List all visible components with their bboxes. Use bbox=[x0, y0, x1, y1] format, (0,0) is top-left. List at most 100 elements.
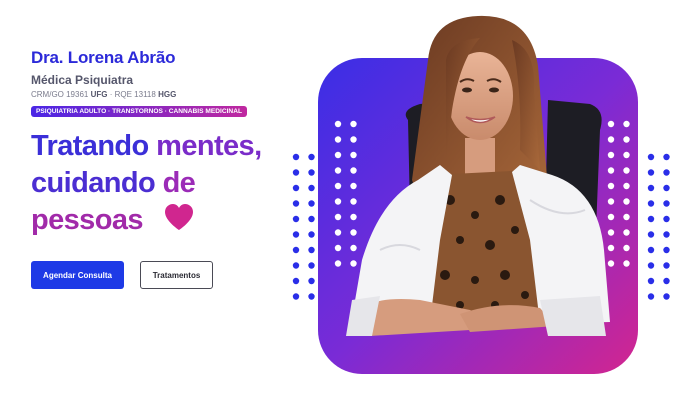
decor-dot bbox=[292, 169, 300, 176]
decor-dot bbox=[663, 200, 670, 207]
decor-dot bbox=[308, 215, 315, 223]
decor-dot bbox=[663, 246, 670, 254]
decor-dot bbox=[623, 182, 630, 190]
decor-dot bbox=[647, 169, 655, 176]
doctor-title: Médica Psiquiatra bbox=[31, 73, 134, 87]
decor-dot bbox=[334, 198, 342, 205]
decor-dot bbox=[607, 136, 615, 143]
decor-dot bbox=[607, 151, 615, 159]
decor-dot bbox=[334, 151, 342, 159]
decor-dot bbox=[663, 277, 670, 285]
decor-dot bbox=[607, 120, 615, 128]
decor-dot bbox=[308, 184, 315, 192]
decor-dot bbox=[350, 260, 357, 267]
schedule-appointment-button[interactable]: Agendar Consulta bbox=[31, 261, 124, 289]
decor-dot bbox=[334, 136, 342, 143]
decor-dot bbox=[607, 244, 615, 252]
decor-dot bbox=[607, 260, 615, 267]
decor-dot bbox=[308, 153, 315, 161]
decor-dot bbox=[350, 167, 357, 174]
decor-dot bbox=[350, 151, 357, 159]
decor-dot bbox=[623, 213, 630, 221]
headline-line-1: Tratando mentes, bbox=[31, 128, 262, 165]
decor-dot bbox=[647, 184, 655, 192]
decor-dot bbox=[647, 153, 655, 161]
decor-dot bbox=[647, 200, 655, 207]
decor-dot bbox=[292, 293, 300, 300]
decor-dot bbox=[647, 231, 655, 238]
decor-dot bbox=[308, 231, 315, 238]
hero-section: Dra. Lorena Abrão Médica Psiquiatra CRM/… bbox=[0, 0, 700, 400]
decor-dot bbox=[334, 229, 342, 236]
headline-line-2: cuidando de bbox=[31, 165, 262, 202]
headline: Tratando mentes, cuidando de pessoas bbox=[31, 128, 262, 239]
rqe-label: · RQE 13118 bbox=[109, 90, 156, 99]
decor-dot bbox=[292, 184, 300, 192]
treatments-button[interactable]: Tratamentos bbox=[140, 261, 213, 289]
decor-dot bbox=[623, 244, 630, 252]
decor-dot bbox=[334, 182, 342, 190]
decor-dot bbox=[308, 293, 315, 300]
crm-institution: UFG bbox=[90, 90, 108, 99]
decor-dot bbox=[647, 246, 655, 254]
decor-dot bbox=[647, 293, 655, 300]
decor-dot bbox=[663, 262, 670, 269]
decor-dot bbox=[647, 262, 655, 269]
decor-dot bbox=[663, 293, 670, 300]
decor-dot bbox=[308, 169, 315, 176]
decor-dot bbox=[350, 120, 357, 128]
decor-dot bbox=[623, 229, 630, 236]
decor-dot bbox=[292, 215, 300, 223]
dot-grid-right bbox=[647, 153, 670, 300]
decor-dot bbox=[334, 260, 342, 267]
decor-dot bbox=[623, 136, 630, 143]
decor-dot bbox=[663, 231, 670, 238]
dot-grid-left bbox=[292, 153, 315, 300]
decor-dot bbox=[308, 246, 315, 254]
decor-dot bbox=[623, 167, 630, 174]
decor-dot bbox=[623, 260, 630, 267]
decor-dot bbox=[334, 120, 342, 128]
decor-dot bbox=[607, 229, 615, 236]
decor-dot bbox=[308, 262, 315, 269]
decor-dot bbox=[663, 153, 670, 161]
specialties-badge: PSIQUIATRIA ADULTO · TRANSTORNOS · CANNA… bbox=[31, 106, 247, 117]
decor-dot bbox=[663, 169, 670, 176]
doctor-registration: CRM/GO 19361 UFG · RQE 13118 HGG bbox=[31, 90, 176, 99]
decor-dot bbox=[308, 200, 315, 207]
doctor-name: Dra. Lorena Abrão bbox=[31, 48, 176, 67]
decor-dot bbox=[623, 151, 630, 159]
decor-dot bbox=[623, 120, 630, 128]
decor-dot bbox=[607, 182, 615, 190]
headline-word: cuidando bbox=[31, 167, 156, 199]
decor-dot bbox=[623, 198, 630, 205]
decor-dot bbox=[292, 231, 300, 238]
decor-dot bbox=[292, 277, 300, 285]
headline-word: mentes, bbox=[156, 130, 262, 162]
decor-dot bbox=[334, 244, 342, 252]
decor-dot bbox=[607, 213, 615, 221]
decor-dot bbox=[607, 167, 615, 174]
headline-word: Tratando bbox=[31, 130, 149, 162]
decor-dot bbox=[663, 215, 670, 223]
decor-dot bbox=[292, 262, 300, 269]
decor-dot bbox=[647, 215, 655, 223]
decor-dot bbox=[334, 167, 342, 174]
headline-word: de bbox=[162, 167, 196, 199]
decor-dot bbox=[350, 136, 357, 143]
decor-dot bbox=[292, 200, 300, 207]
decor-dot bbox=[334, 213, 342, 221]
decor-dot bbox=[292, 153, 300, 161]
decor-dot bbox=[607, 198, 615, 205]
decor-dot bbox=[308, 277, 315, 285]
decor-dot bbox=[647, 277, 655, 285]
decor-dot bbox=[350, 229, 357, 236]
decor-dot bbox=[350, 244, 357, 252]
decor-dot bbox=[350, 182, 357, 190]
headline-word: pessoas bbox=[31, 204, 143, 236]
decor-dot bbox=[663, 184, 670, 192]
decor-dot bbox=[292, 246, 300, 254]
crm-label: CRM/GO 19361 bbox=[31, 90, 89, 99]
decor-dot bbox=[350, 198, 357, 205]
rqe-institution: HGG bbox=[158, 90, 177, 99]
